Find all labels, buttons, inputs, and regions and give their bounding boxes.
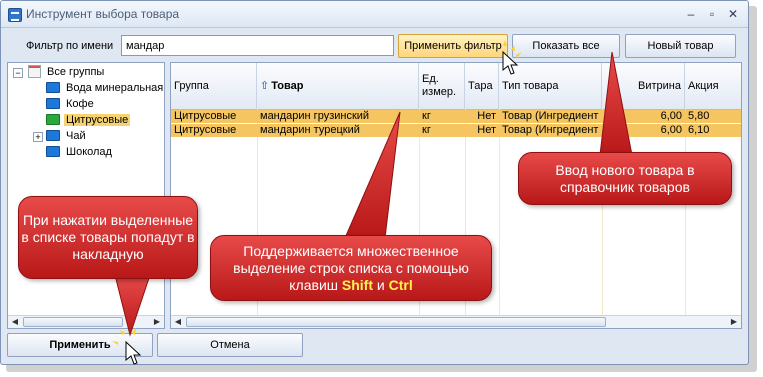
callout-pointer-new-item (599, 51, 633, 156)
callout-pointer-multiselect (344, 111, 401, 239)
callout-new-item: Ввод нового товара в справочник товаров (518, 152, 732, 205)
callout-apply-hint: При нажатии выделенные в списке товары п… (18, 196, 198, 279)
callout-pointer-apply (114, 274, 151, 337)
callout-multiselect: Поддерживается множественное выделение с… (210, 235, 492, 301)
cursor-icon (125, 340, 142, 365)
cursor-icon (502, 50, 519, 75)
